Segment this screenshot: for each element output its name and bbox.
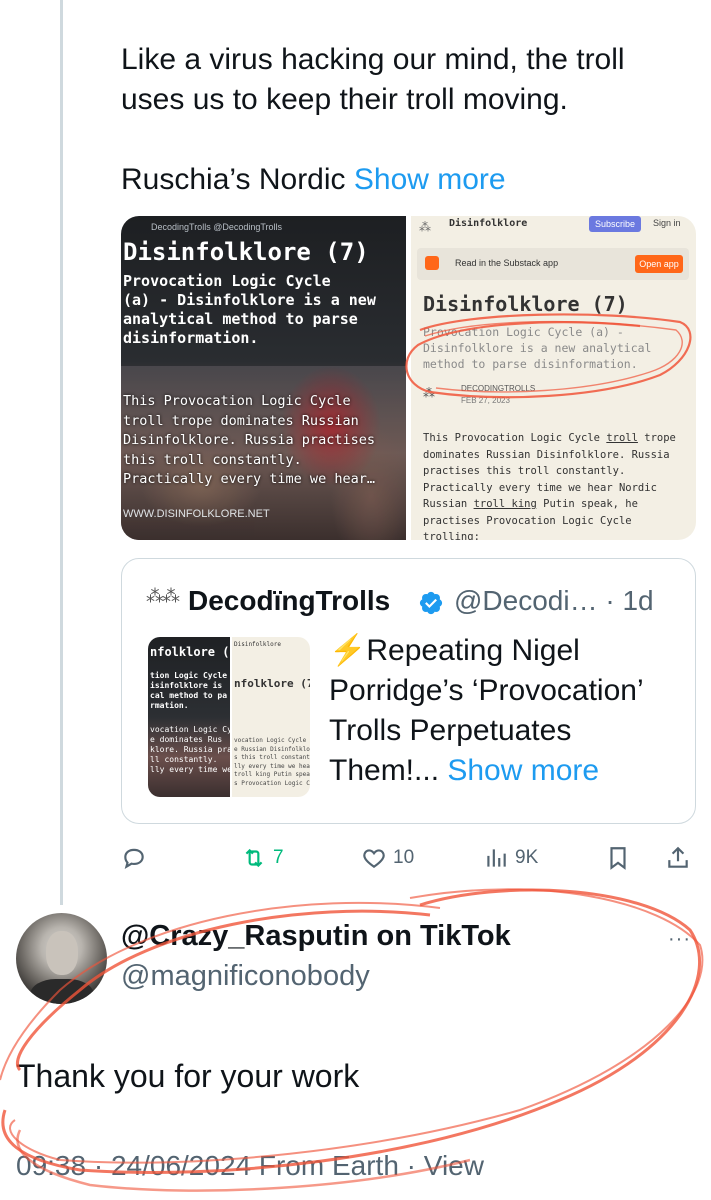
subscribe-button: Subscribe: [589, 216, 641, 232]
like-button[interactable]: 10: [361, 840, 414, 876]
quoted-show-more-link[interactable]: Show more: [447, 754, 599, 787]
bookmark-button[interactable]: [605, 840, 631, 876]
substack-brand: Disinfolklore: [449, 218, 528, 229]
tweet-text: Like a virus hacking our mind, the troll…: [121, 40, 625, 120]
reply-timestamp-meta[interactable]: 09:38 · 24/06/2024 From Earth · View: [16, 1150, 484, 1182]
avatar[interactable]: [16, 913, 107, 1004]
retweet-count: 7: [273, 847, 284, 868]
media-subtitle: Provocation Logic Cycle (a) - Disinfolkl…: [123, 272, 376, 347]
reply-handle[interactable]: @magnificonobody: [121, 960, 370, 993]
reply-icon: [124, 848, 144, 869]
bookmark-icon: [610, 847, 626, 870]
media-title: Disinfolklore (7): [123, 238, 369, 266]
app-banner: Read in the Substack app Open app: [417, 248, 689, 280]
thumbnail-body: vocation Logic Cy e dominates Rus klore.…: [150, 725, 232, 774]
like-count: 10: [393, 847, 415, 868]
thumbnail-left: nfolklore ( tion Logic Cycle isinfolklor…: [148, 637, 232, 797]
retweet-icon: [245, 848, 263, 868]
body-text: trope: [637, 432, 676, 444]
show-more-link[interactable]: Show more: [354, 163, 506, 196]
avatar-shirt: [30, 979, 94, 1004]
tweet-text-truncated: Ruschia’s Nordic Show more: [121, 160, 506, 200]
media-body: This Provocation Logic Cycle troll trope…: [123, 393, 375, 487]
body-link: troll king: [473, 498, 537, 510]
app-banner-text: Read in the Substack app: [455, 258, 559, 268]
quoted-display-name[interactable]: DecodïngTrolls: [188, 585, 390, 617]
author-logo-icon: ⁂: [423, 386, 435, 400]
substack-date: FEB 27, 2023: [461, 396, 510, 405]
views-button[interactable]: 9K: [483, 840, 538, 876]
substack-body: This Provocation Logic Cycle troll trope…: [423, 430, 676, 540]
tweet-text-line: uses us to keep their troll moving.: [121, 83, 568, 116]
thumbnail-title: nfolklore (: [150, 645, 230, 659]
retweet-button[interactable]: 7: [241, 840, 284, 876]
media-brand: DecodingTrolls @DecodingTrolls: [151, 222, 283, 232]
thumbnail-subtitle: tion Logic Cycle isinfolklore is cal met…: [150, 671, 228, 710]
thumbnail-brand: Disinfolklore: [234, 641, 281, 648]
quoted-handle-time: @Decodi… · 1d: [454, 585, 654, 616]
substack-author: DECODINGTROLLS: [461, 384, 536, 393]
tweet-media-grid[interactable]: DecodingTrolls @DecodingTrolls Disinfolk…: [121, 216, 696, 540]
body-text: This Provocation Logic Cycle: [423, 432, 607, 444]
media-image-article-card[interactable]: DecodingTrolls @DecodingTrolls Disinfolk…: [121, 216, 406, 540]
quoted-tweet-card[interactable]: ⁂⁂ DecodïngTrolls @Decodi… · 1d nfolklor…: [121, 558, 696, 824]
thumbnail-heading: nfolklore (7): [234, 677, 310, 690]
reply-button[interactable]: [121, 840, 153, 876]
quoted-avatar-icon: ⁂⁂: [146, 586, 180, 606]
heart-icon: [363, 849, 385, 868]
reply-text: Thank you for your work: [16, 1058, 360, 1094]
more-options-icon[interactable]: ···: [668, 928, 691, 951]
reply-display-name[interactable]: @Crazy_Rasputin on TikTok: [121, 920, 511, 953]
open-app-button: Open app: [635, 255, 683, 273]
analytics-icon: [487, 849, 506, 867]
quoted-tweet-text: ⚡️Repeating Nigel Porridge’s ‘Provocatio…: [329, 631, 689, 791]
tweet-action-bar: 7 10 9K: [121, 840, 696, 876]
substack-logo-icon: ⁂: [419, 220, 431, 234]
thread-connector-line: [60, 0, 63, 905]
verified-badge-icon: [419, 591, 443, 615]
substack-app-icon: [425, 256, 439, 270]
thumbnail-right: Disinfolklore nfolklore (7) vocation Log…: [232, 637, 310, 797]
substack-description: Provocation Logic Cycle (a) - Disinfolkl…: [423, 325, 652, 371]
body-link: troll: [606, 432, 638, 444]
substack-title: Disinfolklore (7): [423, 292, 628, 316]
thumbnail-text: vocation Logic Cycle trol e Russian Disi…: [234, 737, 310, 787]
views-count: 9K: [515, 847, 539, 868]
share-button[interactable]: [665, 840, 691, 876]
tweet-text-line: Like a virus hacking our mind, the troll: [121, 43, 625, 76]
media-image-substack[interactable]: ⁂ Disinfolklore Subscribe Sign in Read i…: [411, 216, 696, 540]
quoted-media-thumbnail[interactable]: nfolklore ( tion Logic Cycle isinfolklor…: [148, 637, 310, 797]
media-url: WWW.DISINFOLKLORE.NET: [123, 508, 270, 520]
sign-in-link: Sign in: [653, 218, 681, 228]
avatar-face: [46, 931, 78, 975]
share-icon: [668, 846, 688, 868]
tweet-text-fragment: Ruschia’s Nordic: [121, 163, 354, 196]
